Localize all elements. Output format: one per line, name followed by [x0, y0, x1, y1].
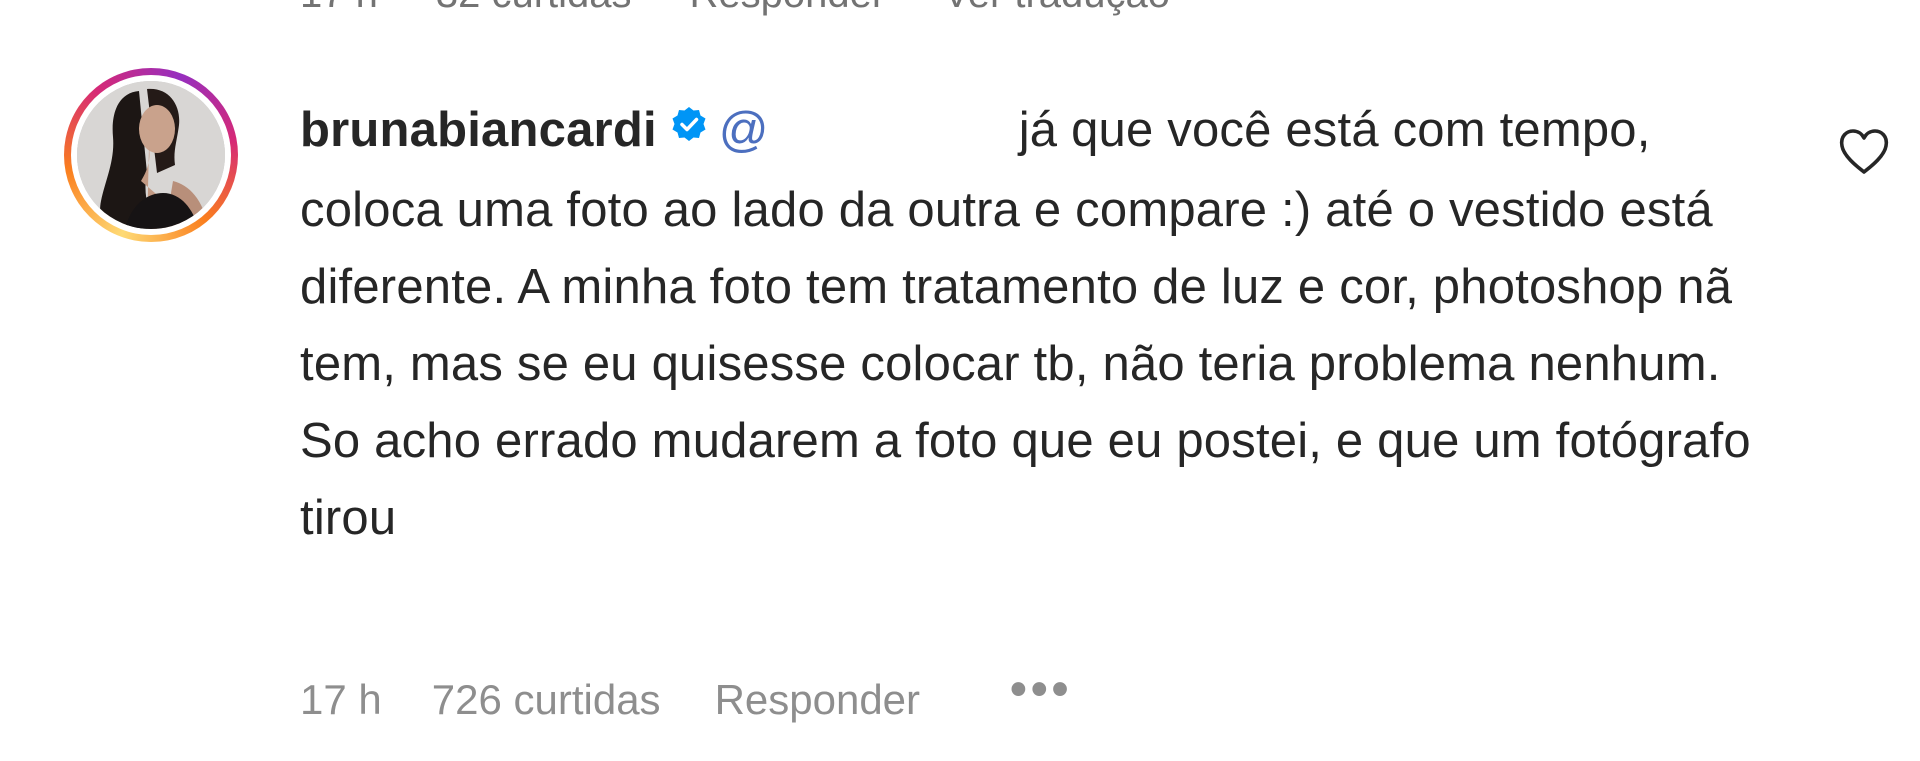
comment-meta: 17 h 726 curtidas Responder ••• — [300, 663, 1072, 727]
story-ring[interactable] — [64, 68, 238, 242]
comment-body: brunabiancardi @ já que você está com temp… — [300, 92, 1780, 557]
avatar[interactable] — [77, 81, 225, 229]
avatar-image — [77, 81, 225, 229]
mention-link[interactable]: @ — [719, 103, 769, 157]
comment-username[interactable]: brunabiancardi — [300, 103, 657, 157]
comment-time[interactable]: 17 h — [300, 676, 382, 724]
previous-comment-likes[interactable]: 32 curtidas — [436, 0, 632, 17]
heart-icon[interactable] — [1838, 128, 1890, 176]
previous-comment-reply-button[interactable]: Responder — [690, 0, 886, 17]
comment-likes[interactable]: 726 curtidas — [432, 676, 661, 724]
previous-comment-time: 17 h — [300, 0, 378, 17]
previous-comment-translate-button[interactable]: Ver tradução — [943, 0, 1170, 17]
mention-redacted — [768, 108, 1019, 159]
previous-comment-meta: 17 h 32 curtidas Responder Ver tradução — [300, 0, 1170, 17]
reply-button[interactable]: Responder — [715, 676, 920, 724]
avatar-gap — [71, 75, 231, 235]
comment-text: já que você está com tempo, coloca uma f… — [300, 103, 1751, 545]
verified-badge-icon — [669, 91, 709, 168]
more-options-icon[interactable]: ••• — [1010, 662, 1072, 717]
